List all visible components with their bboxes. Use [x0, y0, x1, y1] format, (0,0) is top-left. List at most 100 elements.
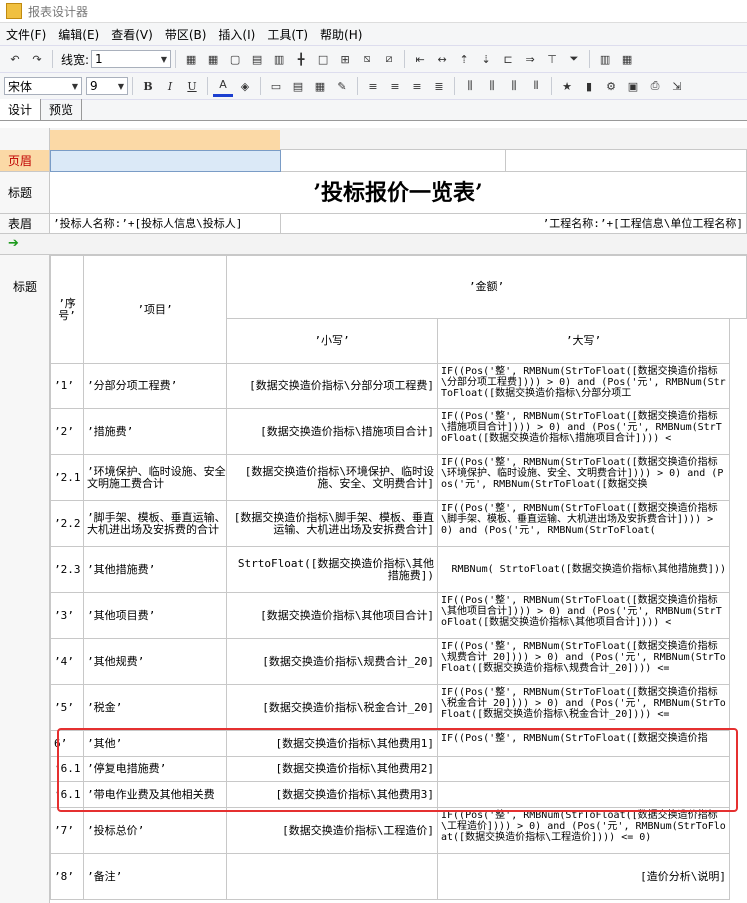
menu-help[interactable]: 帮助(H): [314, 26, 368, 43]
header-lower[interactable]: ’小写’: [227, 319, 438, 364]
report-design-area[interactable]: 页眉 标题 ’投标报价一览表’ 表眉 ’投标人名称:’+[投标人信息\投标人] …: [0, 128, 747, 903]
row11-seq[interactable]: ’6.1: [50, 782, 84, 808]
border-inner-icon[interactable]: ⊞: [335, 50, 355, 68]
redo-icon[interactable]: ↷: [27, 50, 47, 68]
row8-upper[interactable]: IF((Pos('整', RMBNum(StrToFloat([数据交换造价指标…: [438, 685, 730, 731]
header-seq[interactable]: ’序号’: [50, 255, 84, 364]
row11-item[interactable]: ’带电作业费及其他相关费: [84, 782, 227, 808]
menu-edit[interactable]: 编辑(E): [52, 26, 105, 43]
border-cross-icon[interactable]: ╋: [291, 50, 311, 68]
row4-upper[interactable]: IF((Pos('整', RMBNum(StrToFloat([数据交换造价指标…: [438, 501, 730, 547]
row2-seq[interactable]: ’2’: [50, 409, 84, 455]
row1-lower[interactable]: [数据交换造价指标\分部分项工程费]: [227, 364, 438, 409]
menu-file[interactable]: 文件(F): [0, 26, 52, 43]
edit-icon[interactable]: ✎: [332, 77, 352, 95]
tree-icon[interactable]: ⊤: [542, 50, 562, 68]
row5-upper[interactable]: RMBNum( StrtoFloat([数据交换造价指标\其他措施费])): [438, 547, 730, 593]
undo-icon[interactable]: ↶: [5, 50, 25, 68]
header-item[interactable]: ’项目’: [84, 255, 227, 364]
row5-lower[interactable]: StrtoFloat([数据交换造价指标\其他措施费]): [227, 547, 438, 593]
export-icon[interactable]: ⇲: [667, 77, 687, 95]
border-v-icon[interactable]: ▥: [269, 50, 289, 68]
justify-icon[interactable]: ≣: [429, 77, 449, 95]
underline-icon[interactable]: U: [182, 77, 202, 95]
header-upper[interactable]: ’大写’: [438, 319, 730, 364]
row6-upper[interactable]: IF((Pos('整', RMBNum(StrToFloat([数据交换造价指标…: [438, 593, 730, 639]
row13-seq[interactable]: ’8’: [50, 854, 84, 900]
crosstab-icon[interactable]: ▦: [310, 77, 330, 95]
diagonal-up-icon[interactable]: ⧄: [379, 50, 399, 68]
row2-upper[interactable]: IF((Pos('整', RMBNum(StrToFloat([数据交换造价指标…: [438, 409, 730, 455]
align-text-right-icon[interactable]: ≡: [407, 77, 427, 95]
font-name-select[interactable]: 宋体 ▼: [4, 77, 82, 95]
grid-icon[interactable]: ▤: [288, 77, 308, 95]
border-box-icon[interactable]: □: [313, 50, 333, 68]
row12-upper[interactable]: IF((Pos('整', RMBNum(StrToFloat([数据交换造价指标…: [438, 808, 730, 854]
header-amount[interactable]: ’金额’: [227, 255, 747, 319]
row4-item[interactable]: ’脚手架、模板、垂直运输、大机进出场及安拆费的合计: [84, 501, 227, 547]
report-title[interactable]: ’投标报价一览表’: [50, 172, 747, 214]
valign-bottom-icon[interactable]: ⫼: [504, 77, 524, 95]
band-table-header[interactable]: 表眉: [0, 214, 50, 234]
row1-item[interactable]: ’分部分项工程费’: [84, 364, 227, 409]
row12-item[interactable]: ’投标总价’: [84, 808, 227, 854]
book-icon[interactable]: ▮: [579, 77, 599, 95]
row9-lower[interactable]: [数据交换造价指标\其他费用1]: [227, 731, 438, 757]
line-width-select[interactable]: 1 ▼: [91, 50, 172, 68]
band-col-title[interactable]: 标题: [0, 255, 50, 295]
row13-item[interactable]: ’备注’: [84, 854, 227, 900]
menu-view[interactable]: 查看(V): [105, 26, 159, 43]
row9-seq[interactable]: 6’: [50, 731, 84, 757]
row10-lower[interactable]: [数据交换造价指标\其他费用2]: [227, 757, 438, 782]
project-name-cell[interactable]: ’工程名称:’+[工程信息\单位工程名称]: [281, 214, 747, 234]
row5-seq[interactable]: ’2.3: [50, 547, 84, 593]
row6-seq[interactable]: ’3’: [50, 593, 84, 639]
row1-upper[interactable]: IF((Pos('整', RMBNum(StrToFloat([数据交换造价指标…: [438, 364, 730, 409]
align-center-icon[interactable]: ↔: [432, 50, 452, 68]
align-top-icon[interactable]: ⇡: [454, 50, 474, 68]
row12-lower[interactable]: [数据交换造价指标\工程造价]: [227, 808, 438, 854]
italic-icon[interactable]: I: [160, 77, 180, 95]
row7-item[interactable]: ’其他规费’: [84, 639, 227, 685]
row8-lower[interactable]: [数据交换造价指标\税金合计_20]: [227, 685, 438, 731]
row12-seq[interactable]: ’7’: [50, 808, 84, 854]
band-icon[interactable]: ▭: [266, 77, 286, 95]
row3-lower[interactable]: [数据交换造价指标\环境保护、临时设施、安全、文明费合计]: [227, 455, 438, 501]
row3-upper[interactable]: IF((Pos('整', RMBNum(StrToFloat([数据交换造价指标…: [438, 455, 730, 501]
menu-tools[interactable]: 工具(T): [261, 26, 314, 43]
align-bottom-icon[interactable]: ⇣: [476, 50, 496, 68]
fill-color-icon[interactable]: ◈: [235, 77, 255, 95]
band-title[interactable]: 标题: [0, 172, 50, 214]
border-all-icon[interactable]: ▦: [181, 50, 201, 68]
font-size-select[interactable]: 9 ▼: [86, 77, 128, 95]
row4-seq[interactable]: ’2.2: [50, 501, 84, 547]
row9-upper[interactable]: IF((Pos('整', RMBNum(StrToFloat([数据交换造价指: [438, 731, 730, 757]
row10-item[interactable]: ’停复电措施费’: [84, 757, 227, 782]
row8-item[interactable]: ’税金’: [84, 685, 227, 731]
align-text-left-icon[interactable]: ≡: [363, 77, 383, 95]
row13-upper[interactable]: [造价分析\说明]: [438, 854, 730, 900]
border-outer-icon[interactable]: ▢: [225, 50, 245, 68]
row11-lower[interactable]: [数据交换造价指标\其他费用3]: [227, 782, 438, 808]
row11-upper[interactable]: [438, 782, 730, 808]
band-page-header[interactable]: 页眉: [0, 150, 50, 172]
menu-insert[interactable]: 插入(I): [212, 26, 261, 43]
barcode-icon[interactable]: ⦀: [526, 77, 546, 95]
row4-lower[interactable]: [数据交换造价指标\脚手架、模板、垂直运输、大机进出场及安拆费合计]: [227, 501, 438, 547]
row10-upper[interactable]: [438, 757, 730, 782]
row8-seq[interactable]: ’5’: [50, 685, 84, 731]
align-left-icon[interactable]: ⇤: [410, 50, 430, 68]
row3-item[interactable]: ’环境保护、临时设施、安全文明施工费合计: [84, 455, 227, 501]
row2-item[interactable]: ’措施费’: [84, 409, 227, 455]
row1-seq[interactable]: ’1’: [50, 364, 84, 409]
arrow-right-icon[interactable]: ⇒: [520, 50, 540, 68]
tab-preview[interactable]: 预览: [41, 99, 83, 120]
row2-lower[interactable]: [数据交换造价指标\措施项目合计]: [227, 409, 438, 455]
row7-lower[interactable]: [数据交换造价指标\规费合计_20]: [227, 639, 438, 685]
row3-seq[interactable]: ’2.1: [50, 455, 84, 501]
row6-item[interactable]: ’其他项目费’: [84, 593, 227, 639]
valign-middle-icon[interactable]: ⫼: [482, 77, 502, 95]
align-text-center-icon[interactable]: ≡: [385, 77, 405, 95]
preview-icon[interactable]: ⎙: [645, 77, 665, 95]
page-header-cell[interactable]: [50, 150, 281, 172]
